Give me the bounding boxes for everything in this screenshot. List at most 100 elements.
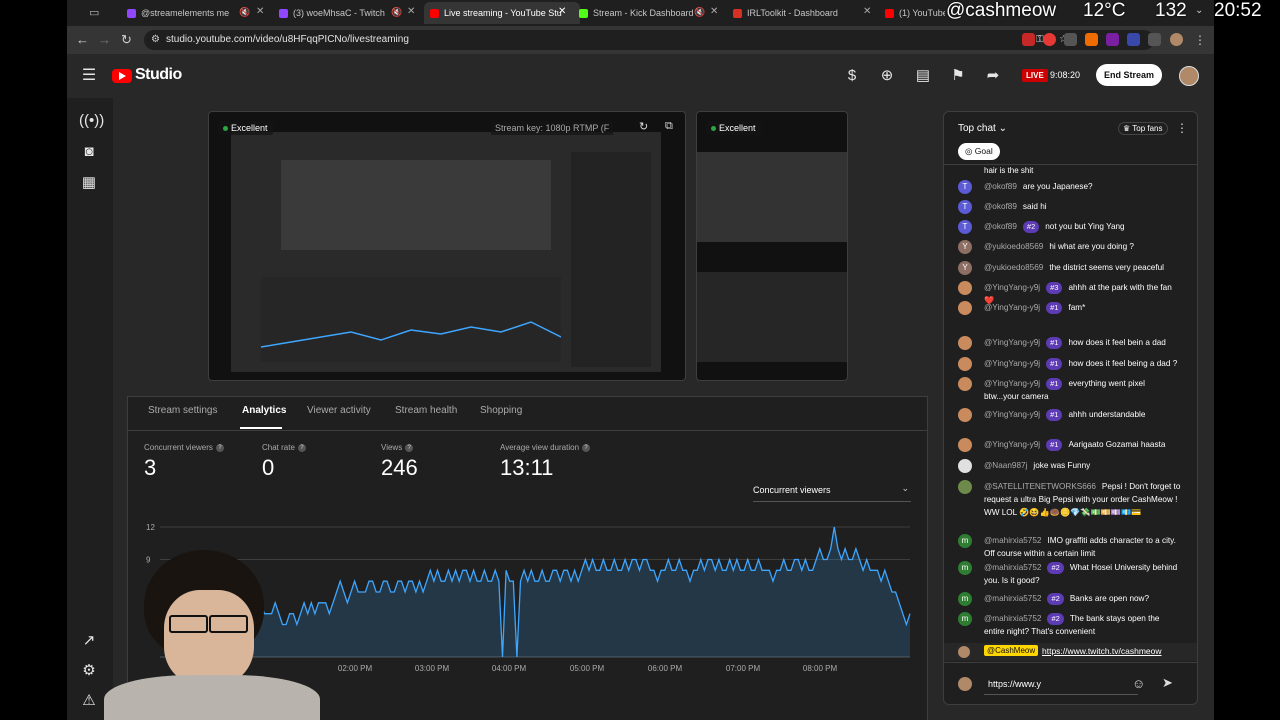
end-stream-button[interactable]: End Stream [1096, 64, 1162, 86]
camera-icon[interactable]: ◙ [79, 143, 99, 161]
extension-icon[interactable] [1043, 33, 1056, 46]
avatar [958, 377, 972, 391]
chat-author[interactable]: @YingYang-y9j [984, 303, 1040, 312]
reload-icon[interactable]: ↻ [121, 32, 132, 48]
calendar-icon[interactable]: ▦ [79, 174, 99, 192]
chat-author[interactable]: @Naan987j [984, 461, 1027, 470]
monetization-icon[interactable]: $ [842, 67, 862, 85]
stream-health-badge: Excellent [218, 121, 273, 135]
tab-shopping[interactable]: Shopping [480, 405, 522, 416]
chat-author[interactable]: @yukioedo8569 [984, 242, 1043, 251]
chat-author[interactable]: @yukioedo8569 [984, 263, 1043, 272]
tab-stream-health[interactable]: Stream health [395, 405, 457, 416]
profile-icon[interactable] [1170, 33, 1183, 46]
goal-button[interactable]: ◎ Goal [958, 143, 1000, 160]
chat-text: not you but Ying Yang [1045, 222, 1125, 231]
tab-stream-settings[interactable]: Stream settings [148, 405, 217, 416]
copy-icon[interactable]: ⧉ [665, 120, 673, 133]
chat-author[interactable]: @YingYang-y9j [984, 379, 1040, 388]
chat-author[interactable]: @mahirxia5752 [984, 536, 1041, 545]
chat-mode-dropdown[interactable]: Top chat ⌄ [958, 123, 1007, 134]
webcam-overlay [104, 540, 320, 720]
live-timer: 9:08:20 [1050, 70, 1081, 80]
chat-author[interactable]: @YingYang-y9j [984, 440, 1040, 449]
share-icon[interactable]: ➦ [983, 67, 1003, 85]
browser-tab[interactable]: @streamelements me [127, 2, 257, 24]
mute-icon[interactable]: 🔇 [391, 7, 402, 18]
stream-key-selector[interactable]: Stream key: 1080p RTMP (F [491, 121, 614, 135]
avatar[interactable] [1179, 66, 1199, 86]
tab-close-icon[interactable]: ✕ [863, 6, 871, 17]
emoji-icon[interactable]: ☺ [1132, 676, 1145, 691]
bookmark-icon[interactable]: ⚑ [948, 67, 968, 85]
x-tick-label: 03:00 PM [415, 664, 450, 673]
hamburger-menu-icon[interactable]: ☰ [79, 67, 99, 85]
live-badge: LIVE [1022, 69, 1048, 82]
chat-author[interactable]: @okof89 [984, 222, 1017, 231]
shopping-icon[interactable]: ▤ [913, 67, 933, 85]
chat-author[interactable]: @YingYang-y9j [984, 410, 1040, 419]
feedback-icon[interactable]: ⚠ [79, 692, 99, 710]
mute-icon[interactable]: 🔇 [694, 7, 705, 18]
site-info-icon[interactable]: ⚙ [151, 30, 160, 50]
chat-menu-icon[interactable]: ⋮ [1176, 121, 1188, 135]
tab-close-icon[interactable]: ✕ [256, 6, 264, 17]
extension-icon[interactable] [1106, 33, 1119, 46]
settings-gear-icon[interactable]: ⚙ [79, 662, 99, 680]
super-chat-icon[interactable]: ⊕ [877, 67, 897, 85]
chat-input[interactable]: https://www.y [984, 674, 1138, 695]
top-fan-badge: #2 [1047, 593, 1064, 605]
chat-author[interactable]: @YingYang-y9j [984, 338, 1040, 347]
browser-tab[interactable]: (3) woeMhsaC - Twitch [279, 2, 389, 24]
extension-icon[interactable] [1085, 33, 1098, 46]
mute-icon[interactable]: 🔇 [239, 7, 250, 18]
browser-tab[interactable]: (1) YouTube [885, 2, 945, 24]
metric-dropdown[interactable]: Concurrent viewers ⌄ [753, 483, 911, 502]
browser-tab[interactable]: IRLToolkit - Dashboard [733, 2, 843, 24]
metric-label: Average view duration? [500, 443, 591, 452]
tab-close-icon[interactable]: ✕ [558, 6, 566, 17]
menu-dots-icon[interactable]: ⋮ [1194, 32, 1206, 48]
tab-analytics[interactable]: Analytics [242, 405, 286, 416]
extension-icon[interactable] [1022, 33, 1035, 46]
browser-tab[interactable]: Stream - Kick Dashboard [579, 2, 699, 24]
extension-icon[interactable] [1127, 33, 1140, 46]
owner-author-badge: @CashMeow [984, 645, 1039, 656]
forward-icon[interactable]: → [98, 32, 111, 48]
stream-preview-secondary[interactable]: Excellent [696, 111, 848, 381]
chat-author[interactable]: @mahirxia5752 [984, 594, 1041, 603]
puzzle-icon[interactable] [1148, 33, 1161, 46]
sidebar-toggle-icon[interactable]: ▭ [89, 6, 99, 19]
stream-preview-main[interactable]: Excellent Stream key: 1080p RTMP (F ↻ ⧉ [208, 111, 686, 381]
pinned-message: @CashMeow https://www.twitch.tv/cashmeow [944, 643, 1197, 661]
chat-author[interactable]: @okof89 [984, 182, 1017, 191]
extension-icon[interactable] [1064, 33, 1077, 46]
refresh-icon[interactable]: ↻ [639, 120, 648, 133]
tab-list-icon[interactable]: ⌄ [1195, 5, 1203, 16]
live-chat: Top chat ⌄ ♛ Top fans ⋮ ◎ Goal hair is t… [943, 111, 1198, 705]
avatar [958, 408, 972, 422]
tab-viewer-activity[interactable]: Viewer activity [307, 405, 371, 416]
url-field[interactable]: ⚙ studio.youtube.com/video/u8HFqqPICNo/l… [144, 30, 1154, 50]
stream-live-icon[interactable]: ((•)) [79, 112, 104, 130]
top-fan-badge: #2 [1047, 613, 1064, 625]
chat-author[interactable]: @YingYang-y9j [984, 359, 1040, 368]
overlay-time: 20:52 [1214, 0, 1262, 21]
back-icon[interactable]: ← [76, 32, 89, 48]
chat-author[interactable]: @okof89 [984, 202, 1017, 211]
chat-author[interactable]: @mahirxia5752 [984, 563, 1041, 572]
chat-author[interactable]: @YingYang-y9j [984, 283, 1040, 292]
top-fan-badge: #1 [1046, 439, 1063, 451]
chat-author[interactable]: @SATELLITENETWORKS666 [984, 482, 1096, 491]
send-icon[interactable]: ➤ [1162, 675, 1173, 691]
external-link-icon[interactable]: ↗ [79, 632, 99, 650]
overlay-temperature: 12°C [1083, 0, 1126, 21]
tab-close-icon[interactable]: ✕ [407, 6, 415, 17]
pinned-link[interactable]: https://www.twitch.tv/cashmeow [1042, 646, 1162, 656]
avatar [958, 646, 970, 658]
browser-tab-active[interactable]: Live streaming - YouTube Stu [424, 2, 580, 24]
chat-text: are you Japanese? [1022, 182, 1093, 191]
top-fans-button[interactable]: ♛ Top fans [1118, 122, 1168, 135]
chat-author[interactable]: @mahirxia5752 [984, 614, 1041, 623]
tab-close-icon[interactable]: ✕ [710, 6, 718, 17]
